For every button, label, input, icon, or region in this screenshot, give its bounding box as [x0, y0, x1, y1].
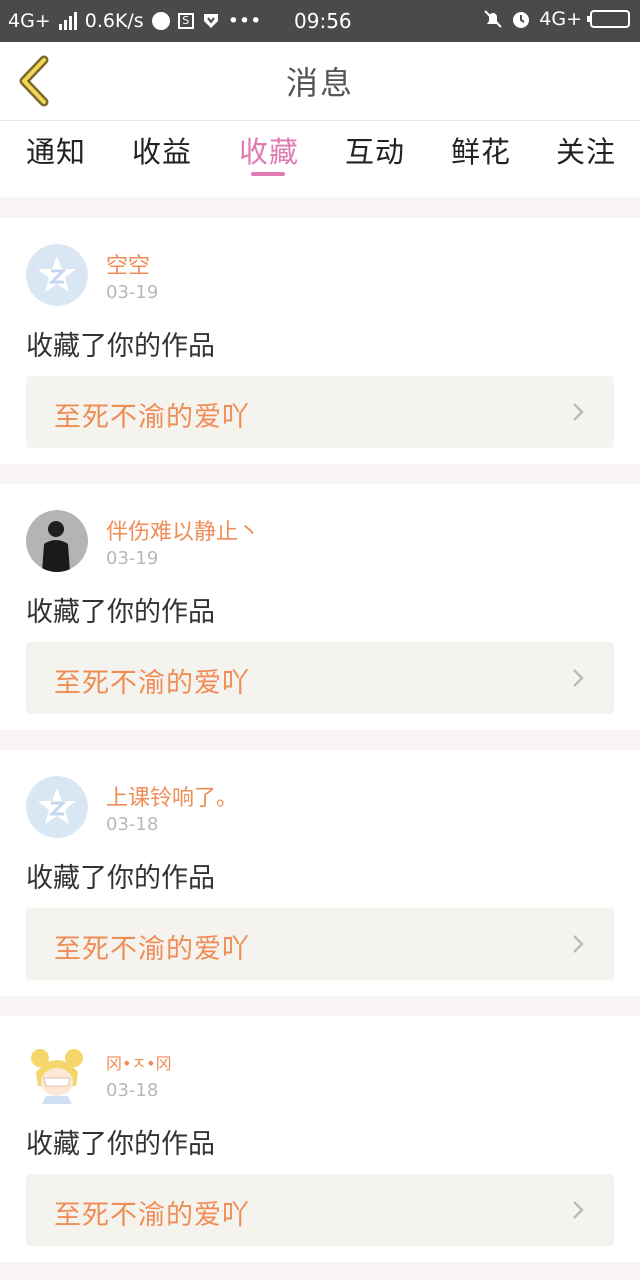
avatar[interactable] [26, 244, 88, 306]
tab-favorites[interactable]: 收藏 [239, 129, 299, 171]
tab-follow[interactable]: 关注 [556, 129, 616, 171]
more-notifications-icon: ••• [227, 10, 262, 32]
action-text: 收藏了你的作品 [26, 863, 215, 894]
qzone-default-avatar-icon [26, 244, 88, 306]
tab-notice[interactable]: 通知 [26, 129, 86, 171]
work-title: 至死不渝的爱吖 [54, 668, 250, 699]
message-date: 03-18 [106, 1080, 159, 1101]
chevron-right-icon [573, 403, 584, 421]
message-card: 冈•ㅈ•冈 03-18 收藏了你的作品 至死不渝的爱吖 [0, 1016, 640, 1262]
tab-bar: 通知 收益 收藏 互动 鲜花 关注 [0, 121, 640, 197]
username[interactable]: 上课铃响了。 [106, 780, 238, 812]
dark-photo-avatar-icon [26, 510, 88, 572]
message-card: 伴伤难以静止丶 03-19 收藏了你的作品 至死不渝的爱吖 [0, 484, 640, 730]
tab-interaction[interactable]: 互动 [345, 129, 405, 171]
username[interactable]: 空空 [106, 248, 150, 280]
work-link[interactable]: 至死不渝的爱吖 [26, 1174, 614, 1246]
active-tab-indicator [251, 172, 285, 176]
battery-icon [587, 10, 630, 28]
vpn-shield-icon [203, 14, 218, 28]
tab-earnings[interactable]: 收益 [132, 129, 192, 171]
s-app-icon: S [177, 13, 194, 29]
work-title: 至死不渝的爱吖 [54, 934, 250, 965]
username[interactable]: 冈•ㅈ•冈 [106, 1050, 172, 1074]
browser-icon [151, 12, 170, 30]
qzone-default-avatar-icon [26, 776, 88, 838]
work-link[interactable]: 至死不渝的爱吖 [26, 376, 614, 448]
network-type: 4G+ [8, 10, 51, 32]
avatar[interactable] [26, 776, 88, 838]
message-card: 空空 03-19 收藏了你的作品 至死不渝的爱吖 [0, 218, 640, 464]
anime-girl-avatar-icon [26, 1042, 88, 1104]
message-date: 03-19 [106, 548, 159, 569]
page-title: 消息 [285, 64, 354, 102]
status-bar: 4G+ 0.6K/s S ••• 09:56 4G+ [0, 0, 640, 42]
work-link[interactable]: 至死不渝的爱吖 [26, 908, 614, 980]
network-speed: 0.6K/s [84, 10, 144, 32]
chevron-right-icon [573, 669, 584, 687]
action-text: 收藏了你的作品 [26, 331, 215, 362]
network-type-right: 4G+ [539, 8, 582, 30]
header-bar: 消息 [0, 42, 640, 121]
tab-flowers[interactable]: 鲜花 [451, 129, 511, 171]
work-title: 至死不渝的爱吖 [54, 1200, 250, 1231]
work-title: 至死不渝的爱吖 [54, 402, 250, 433]
username[interactable]: 伴伤难以静止丶 [106, 514, 260, 546]
action-text: 收藏了你的作品 [26, 597, 215, 628]
action-text: 收藏了你的作品 [26, 1129, 215, 1160]
alarm-icon [513, 12, 530, 28]
avatar[interactable] [26, 1042, 88, 1104]
message-date: 03-19 [106, 282, 159, 303]
mute-bell-icon [484, 10, 502, 28]
signal-icon [58, 12, 77, 30]
avatar[interactable] [26, 510, 88, 572]
work-link[interactable]: 至死不渝的爱吖 [26, 642, 614, 714]
clock: 09:56 [294, 9, 352, 33]
chevron-right-icon [573, 1201, 584, 1219]
message-date: 03-18 [106, 814, 159, 835]
message-card: 上课铃响了。 03-18 收藏了你的作品 至死不渝的爱吖 [0, 750, 640, 996]
chevron-right-icon [573, 935, 584, 953]
